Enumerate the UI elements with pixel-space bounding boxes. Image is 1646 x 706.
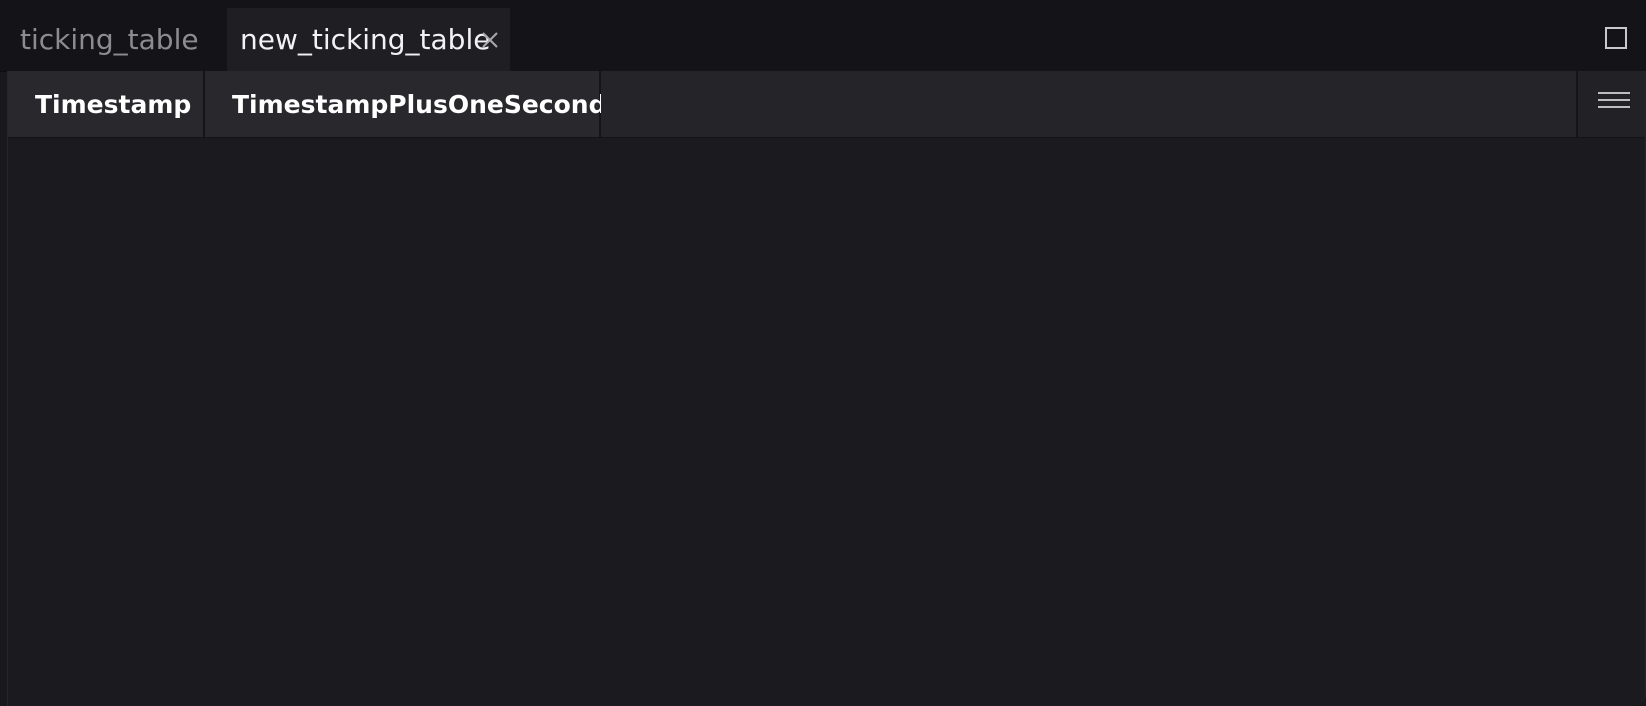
column-header-timestamp[interactable]: Timestamp bbox=[8, 71, 205, 137]
header-filler bbox=[601, 71, 1585, 137]
app-window: ticking_table new_ticking_table Timestam… bbox=[0, 0, 1646, 706]
table-header-row: Timestamp TimestampPlusOneSecond bbox=[8, 71, 1645, 138]
menu-bar bbox=[1598, 106, 1630, 108]
tab-bar: ticking_table new_ticking_table bbox=[0, 0, 1646, 72]
column-header-timestamp-plus-one-second[interactable]: TimestampPlusOneSecond bbox=[205, 71, 607, 137]
hamburger-menu-icon[interactable] bbox=[1576, 71, 1645, 137]
maximize-icon[interactable] bbox=[1605, 27, 1627, 49]
table-body[interactable] bbox=[8, 138, 1645, 704]
menu-bar bbox=[1598, 92, 1630, 94]
tab-new-ticking-table[interactable]: new_ticking_table bbox=[227, 8, 510, 71]
close-icon[interactable] bbox=[480, 30, 500, 50]
menu-bar bbox=[1598, 99, 1630, 101]
tab-label: new_ticking_table bbox=[240, 23, 491, 56]
tab-label: ticking_table bbox=[20, 23, 199, 56]
tab-ticking-table[interactable]: ticking_table bbox=[20, 8, 199, 71]
table-panel: Timestamp TimestampPlusOneSecond bbox=[7, 71, 1646, 706]
